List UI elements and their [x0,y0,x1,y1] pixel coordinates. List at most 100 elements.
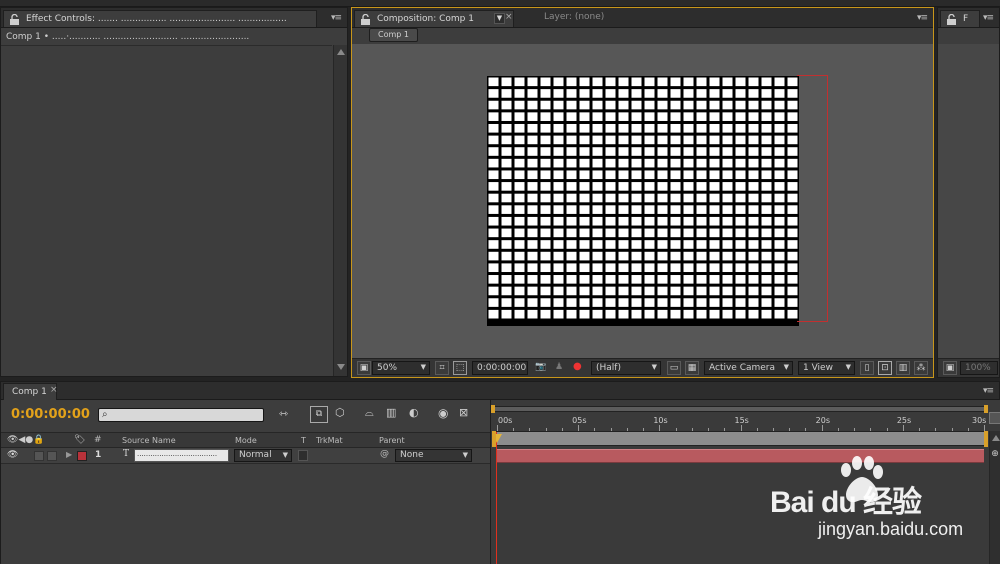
grid-cell [670,170,681,180]
flowchart-icon[interactable]: ⁂ [914,361,928,375]
grid-cell [644,100,655,110]
grid-cell [605,216,616,226]
snapshot-icon[interactable]: 📷 [535,362,546,372]
scroll-up-arrow-icon[interactable] [337,49,345,55]
grid-cell [540,147,551,156]
brainstorm-icon[interactable]: ⊠ [459,406,468,419]
grid-cell [592,77,603,87]
show-snapshot-icon[interactable]: ♟ [555,362,563,372]
graph-editor-icon[interactable]: ◉ [438,406,448,420]
grid-cell [540,286,551,296]
panel-menu-icon[interactable]: ▾≡ [917,13,928,23]
trkmat-box[interactable] [298,450,308,461]
current-time-display[interactable]: 0:00:00:00 [11,407,90,422]
panel-menu-icon[interactable]: ▾≡ [983,13,994,23]
fast-previews-icon[interactable]: ⊡ [878,361,892,375]
close-tab-icon[interactable]: × [50,385,58,395]
transparency-grid-icon[interactable]: ▦ [685,361,699,375]
zoom-dropdown[interactable]: 50% ▼ [372,361,430,375]
panel-menu-icon[interactable]: ▾≡ [331,13,342,23]
layer-search-field[interactable]: ⌕ [98,408,264,422]
work-area-end-handle[interactable] [984,405,988,413]
current-time-field[interactable]: 0:00:00:00 [472,361,528,375]
frame-blending-icon[interactable]: ▥ [386,406,396,419]
always-preview-icon[interactable]: ▣ [357,361,371,375]
scroll-up-arrow-icon[interactable] [992,435,1000,441]
grid-cell [592,275,603,284]
live-update-icon[interactable]: ⧉ [310,406,328,423]
column-mode[interactable]: Mode [235,436,257,445]
grid-cell [761,170,772,180]
grid-cell [592,170,603,180]
grid-cell [514,147,525,156]
view-layout-dropdown[interactable]: 1 View ▼ [798,361,855,375]
work-area-start-handle[interactable] [491,405,495,413]
column-parent[interactable]: Parent [379,436,405,445]
tab-timeline-comp[interactable]: Comp 1 [3,383,57,400]
zoom-value: 100% [965,363,991,373]
pixel-aspect-icon[interactable]: ▯ [860,361,874,375]
work-area-bar[interactable] [493,406,987,412]
grid-cell [683,112,694,121]
lock-icon[interactable] [9,13,20,25]
close-tab-icon[interactable]: × [505,12,513,22]
column-trkmat[interactable]: TrkMat [316,436,343,445]
expand-arrow-icon[interactable]: ▶ [66,450,72,459]
visibility-eye-icon[interactable]: 👁 [7,450,18,460]
lock-icon[interactable] [360,13,371,25]
pickwhip-icon[interactable]: @ [380,449,389,459]
resolution-dropdown[interactable]: (Half) ▼ [591,361,661,375]
scroll-down-arrow-icon[interactable] [337,364,345,370]
grid-cell [618,205,629,214]
grid-cell [696,123,707,133]
region-of-interest-icon[interactable]: ▭ [667,361,681,375]
grid-cell [631,100,642,110]
composition-mini-flowchart-icon[interactable]: ⇿ [279,407,288,420]
vertical-scrollbar[interactable] [333,45,347,376]
tab-layer[interactable]: Layer: (none) [544,12,604,22]
tab-right-panel[interactable]: F [940,10,980,27]
grid-cell [514,77,525,87]
comp-navigator-button[interactable]: Comp 1 [369,28,418,42]
parent-dropdown[interactable]: None ▼ [395,449,472,462]
always-preview-icon[interactable]: ▣ [943,361,957,375]
timeline-icon[interactable]: ▥ [896,361,910,375]
grid-cell [605,147,616,156]
grid-cell [605,123,616,133]
tab-dropdown-icon[interactable]: ▼ [494,13,505,24]
lock-toggle[interactable] [47,451,57,461]
camera-dropdown[interactable]: Active Camera ▼ [704,361,793,375]
mask-visibility-icon[interactable]: ⬚ [453,361,467,375]
tab-composition[interactable]: Composition: Comp 1 ▼ [354,10,514,27]
grid-cell [761,286,772,296]
grid-cell [735,182,746,191]
layer-name-field[interactable]: .................................... [134,449,229,462]
grid-cell [488,286,499,296]
grid-cell [605,112,616,121]
tab-effect-controls[interactable]: Effect Controls: ....... ...............… [3,10,317,27]
time-ruler[interactable]: 00s 05s 10s 15s 20s 25s 30s [491,413,989,433]
column-source-name[interactable]: Source Name [122,436,176,445]
shy-layers-icon[interactable]: ⌓ [365,406,374,420]
column-t[interactable]: T [301,436,306,445]
grid-cell [579,228,590,238]
grid-cell [683,263,694,273]
zoom-value: 50% [377,363,398,373]
grid-cell [553,228,564,238]
mode-dropdown[interactable]: Normal ▼ [234,449,292,462]
grid-cell [514,240,525,249]
grid-cell [631,193,642,203]
audio-toggle[interactable] [34,451,44,461]
color-channel-icon[interactable]: ● [573,361,582,372]
grid-cell [644,147,655,156]
zoom-dropdown[interactable]: 100% [960,361,998,375]
grid-cell [644,135,655,145]
motion-blur-icon[interactable]: ◐ [409,406,419,419]
label-color-swatch[interactable] [77,451,87,461]
safe-zones-icon[interactable]: ⌗ [435,361,449,375]
lock-icon[interactable] [946,13,957,25]
panel-menu-icon[interactable]: ▾≡ [983,386,994,396]
draft-3d-icon[interactable]: ⬡ [335,406,345,419]
layer-row[interactable]: 👁 ▶ 1 T ................................… [1,448,491,464]
grid-cell [631,158,642,168]
